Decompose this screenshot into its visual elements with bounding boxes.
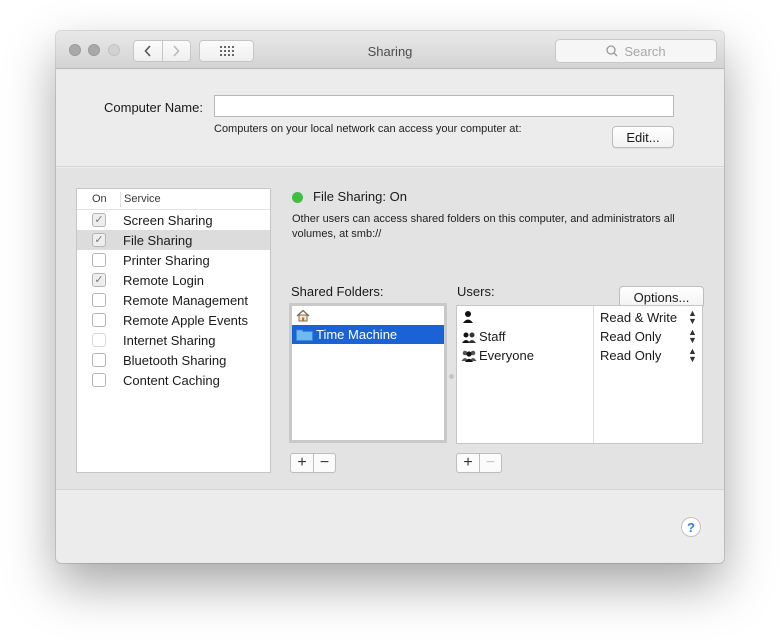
service-name: Screen Sharing <box>123 213 213 228</box>
service-name: Remote Login <box>123 273 204 288</box>
service-checkbox[interactable] <box>92 333 106 347</box>
remove-folder-button[interactable]: − <box>313 454 335 472</box>
help-button[interactable]: ? <box>681 517 701 537</box>
service-name: Bluetooth Sharing <box>123 353 227 368</box>
service-name: Remote Management <box>123 293 249 308</box>
service-name: Content Caching <box>123 373 220 388</box>
folder-name: Time Machine <box>316 327 398 342</box>
stepper-arrows-icon[interactable]: ▲ ▼ <box>688 328 697 345</box>
status-indicator <box>292 192 303 203</box>
computer-name-input[interactable] <box>214 95 674 117</box>
stepper-arrows-icon[interactable]: ▲ ▼ <box>688 347 697 364</box>
users-label: Users: <box>457 284 495 299</box>
service-row[interactable]: Remote Management <box>77 290 270 310</box>
shared-folders-label: Shared Folders: <box>291 284 384 299</box>
service-row[interactable]: Printer Sharing <box>77 250 270 270</box>
service-name: File Sharing <box>123 233 193 248</box>
permission-select[interactable]: Read Only <box>600 348 661 363</box>
title-bar: Sharing Search <box>56 31 724 69</box>
user-row-staff[interactable]: Staff Read Only ▲ ▼ <box>457 327 704 346</box>
service-row[interactable]: ✓ Remote Login <box>77 270 270 290</box>
everyone-icon <box>461 350 477 362</box>
users-add-remove: + − <box>456 453 502 473</box>
services-table-header: On Service <box>77 189 270 210</box>
stepper-arrows-icon[interactable]: ▲ ▼ <box>688 309 697 326</box>
service-checkbox[interactable] <box>92 313 106 327</box>
service-checkbox[interactable] <box>92 253 106 267</box>
service-row[interactable]: ✓ File Sharing <box>77 230 270 250</box>
search-field[interactable]: Search <box>555 39 717 63</box>
service-row[interactable]: Bluetooth Sharing <box>77 350 270 370</box>
service-row[interactable]: ✓ Screen Sharing <box>77 210 270 230</box>
service-checkbox[interactable]: ✓ <box>92 273 106 287</box>
computer-name-subtitle: Computers on your local network can acce… <box>214 123 522 135</box>
split-resize-handle[interactable] <box>449 374 454 379</box>
service-checkbox[interactable] <box>92 373 106 387</box>
service-checkbox[interactable] <box>92 353 106 367</box>
computer-name-section: Computer Name: Computers on your local n… <box>56 70 724 167</box>
permission-select[interactable]: Read Only <box>600 329 661 344</box>
sharing-content: On Service ✓ Screen Sharing ✓ File Sharing P… <box>56 168 724 490</box>
permission-select[interactable]: Read & Write <box>600 310 677 325</box>
folder-icon <box>296 329 313 341</box>
home-icon <box>296 309 310 322</box>
user-icon <box>463 311 473 323</box>
remove-user-button[interactable]: − <box>479 454 501 472</box>
computer-name-label: Computer Name: <box>104 100 203 115</box>
shared-folders-list[interactable]: Time Machine <box>289 303 447 443</box>
add-user-button[interactable]: + <box>457 454 479 472</box>
user-name: Staff <box>479 329 506 344</box>
services-table: On Service ✓ Screen Sharing ✓ File Sharing P… <box>76 188 271 473</box>
folder-row-time-machine[interactable]: Time Machine <box>292 325 444 344</box>
service-name: Printer Sharing <box>123 253 210 268</box>
user-row-owner[interactable]: Read & Write ▲ ▼ <box>457 308 704 327</box>
service-description: Other users can access shared folders on… <box>292 213 675 240</box>
header-on: On <box>92 193 107 205</box>
edit-button[interactable]: Edit... <box>612 126 674 148</box>
sharing-window: Sharing Search Computer Name: Computers … <box>56 31 724 563</box>
header-service: Service <box>124 193 161 205</box>
folder-row-home[interactable] <box>292 306 444 325</box>
service-name: Remote Apple Events <box>123 313 249 328</box>
users-permissions-table[interactable]: Read & Write ▲ ▼ Staff Read Only ▲ ▼ Eve… <box>456 305 703 444</box>
service-row[interactable]: Internet Sharing <box>77 330 270 350</box>
service-checkbox[interactable]: ✓ <box>92 213 106 227</box>
service-status: File Sharing: On <box>313 189 407 204</box>
user-name: Everyone <box>479 348 534 363</box>
folders-add-remove: + − <box>290 453 336 473</box>
service-row[interactable]: Content Caching <box>77 370 270 390</box>
search-icon <box>606 45 618 57</box>
user-row-everyone[interactable]: Everyone Read Only ▲ ▼ <box>457 346 704 365</box>
service-row[interactable]: Remote Apple Events <box>77 310 270 330</box>
service-name: Internet Sharing <box>123 333 216 348</box>
service-checkbox[interactable] <box>92 293 106 307</box>
search-placeholder: Search <box>624 43 666 59</box>
service-checkbox[interactable]: ✓ <box>92 233 106 247</box>
add-folder-button[interactable]: + <box>291 454 313 472</box>
group-icon <box>462 332 476 343</box>
